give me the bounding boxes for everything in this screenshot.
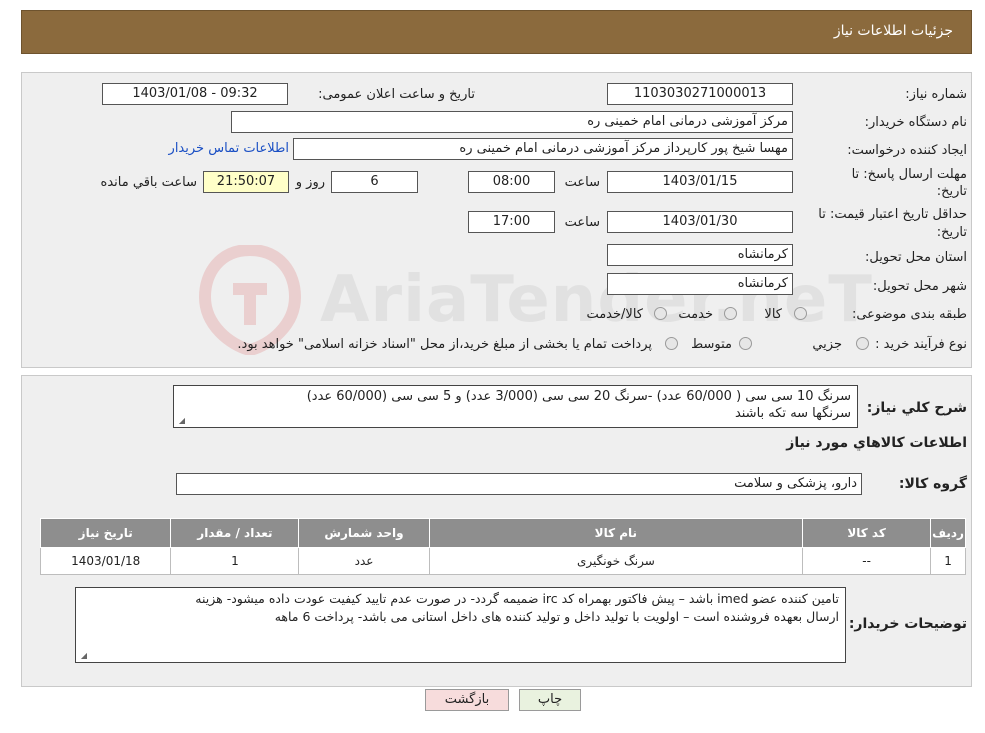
col-header-need-date: تاریخ نیاز	[39, 518, 172, 548]
purchase-option-medium-label: متوسط	[691, 337, 732, 352]
col-header-row-number: رديف	[930, 518, 966, 548]
need-number-label: شماره نیاز:	[905, 87, 967, 102]
print-button[interactable]: چاپ	[519, 689, 581, 711]
remaining-time-label: ساعت باقي مانده	[100, 175, 197, 190]
buyer-org-label: نام دستگاه خریدار:	[864, 115, 967, 130]
buyer-org-field: مرکز آموزشی درمانی امام خمینی ره	[231, 111, 793, 133]
back-button[interactable]: بازگشت	[425, 689, 509, 711]
reply-deadline-label-line1: مهلت ارسال پاسخ: تا	[851, 167, 967, 182]
requester-field: مهسا شیخ پور کارپرداز مرکز آموزشی درمانی…	[293, 138, 793, 160]
category-option-goods-label: کالا	[764, 307, 782, 322]
items-table-wrapper: رديف کد کالا نام کالا واحد شمارش تعداد /…	[39, 518, 966, 575]
table-row: 1 -- سرنگ خونگیری عدد 1 1403/01/18	[39, 547, 966, 575]
delivery-city-field: کرمانشاه	[607, 273, 793, 295]
remaining-days-label: روز و	[295, 175, 325, 190]
remaining-time-field: 21:50:07	[203, 171, 289, 193]
announce-datetime-label: تاریخ و ساعت اعلان عمومی:	[318, 87, 475, 102]
description-line2: سرنگها سه تکه باشند	[734, 406, 851, 421]
category-option-service-label: خدمت	[678, 307, 713, 322]
items-table-header-row: رديف کد کالا نام کالا واحد شمارش تعداد /…	[39, 518, 966, 548]
delivery-province-label: استان محل تحویل:	[865, 250, 967, 265]
col-header-item-code: کد کالا	[802, 518, 932, 548]
treasury-note: پرداخت تمام یا بخشی از مبلغ خرید،از محل …	[237, 337, 652, 352]
reply-deadline-label-line2: تاریخ:	[936, 184, 967, 199]
category-radio-goods-service[interactable]	[654, 307, 667, 320]
purchase-radio-minor[interactable]	[856, 337, 869, 350]
cell-need-date: 1403/01/18	[39, 547, 172, 575]
goods-group-field: دارو، پزشکی و سلامت	[176, 473, 862, 495]
col-header-quantity: تعداد / مقدار	[170, 518, 300, 548]
price-validity-time-label: ساعت	[564, 215, 600, 230]
buyer-contact-link[interactable]: اطلاعات تماس خریدار	[169, 141, 289, 156]
price-validity-label-line2: تاریخ:	[936, 225, 967, 240]
price-validity-label-line1: حداقل تاریخ اعتبار قیمت: تا	[818, 207, 967, 222]
reply-deadline-time-label: ساعت	[564, 175, 600, 190]
reply-deadline-date-field: 1403/01/15	[607, 171, 793, 193]
description-textarea[interactable]: سرنگ 10 سی سی ( 60/000 عدد) -سرنگ 20 سی …	[173, 385, 858, 428]
category-radio-service[interactable]	[724, 307, 737, 320]
description-line1: سرنگ 10 سی سی ( 60/000 عدد) -سرنگ 20 سی …	[306, 389, 851, 404]
price-validity-time-field: 17:00	[468, 211, 555, 233]
resize-grip-icon[interactable]: ◢	[79, 652, 87, 660]
category-radio-goods[interactable]	[794, 307, 807, 320]
cell-quantity: 1	[170, 547, 300, 575]
cell-item-name: سرنگ خونگیری	[428, 547, 804, 575]
requester-label: ایجاد کننده درخواست:	[847, 143, 967, 158]
treasury-checkbox[interactable]	[665, 337, 678, 350]
remaining-days-field: 6	[331, 171, 418, 193]
cell-row-number: 1	[930, 547, 966, 575]
buyer-notes-label: توضیحات خریدار:	[848, 616, 967, 632]
buyer-notes-textarea[interactable]: تامین کننده عضو imed باشد – پیش فاکتور ب…	[75, 587, 846, 663]
buyer-notes-line1: تامین کننده عضو imed باشد – پیش فاکتور ب…	[195, 591, 839, 606]
purchase-process-label: نوع فرآیند خرید :	[875, 337, 967, 352]
buyer-notes-line2: ارسال بعهده فروشنده است – اولویت با تولی…	[274, 609, 839, 624]
items-table: رديف کد کالا نام کالا واحد شمارش تعداد /…	[39, 518, 966, 575]
category-label: طبقه بندی موضوعی:	[851, 307, 967, 322]
announce-datetime-field: 1403/01/08 - 09:32	[102, 83, 288, 105]
purchase-option-minor-label: جزیي	[812, 337, 842, 352]
description-label: شرح کلي نياز:	[866, 400, 967, 416]
page-header: جزئیات اطلاعات نیاز	[21, 10, 972, 54]
col-header-item-name: نام کالا	[428, 518, 804, 548]
goods-section-title: اطلاعات کالاهاي مورد نياز	[786, 435, 967, 451]
goods-group-label: گروه کالا:	[898, 476, 967, 492]
need-number-field: 1103030271000013	[607, 83, 793, 105]
price-validity-date-field: 1403/01/30	[607, 211, 793, 233]
cell-item-code: --	[802, 547, 932, 575]
col-header-unit: واحد شمارش	[298, 518, 430, 548]
page-title: جزئیات اطلاعات نیاز	[833, 23, 953, 39]
delivery-city-label: شهر محل تحویل:	[872, 279, 967, 294]
purchase-radio-medium[interactable]	[739, 337, 752, 350]
reply-deadline-time-field: 08:00	[468, 171, 555, 193]
resize-grip-icon[interactable]: ◢	[177, 417, 185, 425]
delivery-province-field: کرمانشاه	[607, 244, 793, 266]
category-option-goods-service-label: کالا/خدمت	[586, 307, 643, 322]
cell-unit: عدد	[298, 547, 430, 575]
